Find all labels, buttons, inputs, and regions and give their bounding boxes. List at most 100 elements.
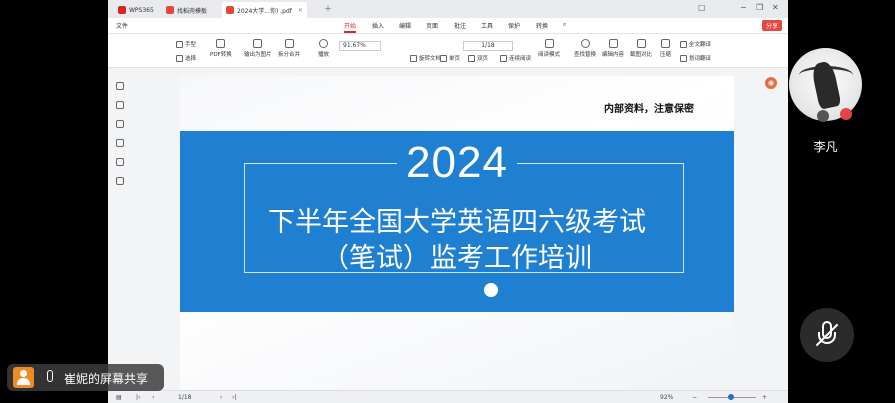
compress-label: 压缩: [660, 52, 672, 58]
read-mode-label: 阅读模式: [538, 52, 561, 58]
signature-icon[interactable]: [116, 158, 124, 166]
split-merge-button[interactable]: 拆分合并: [278, 39, 300, 58]
single-page-button[interactable]: 单页: [440, 54, 460, 62]
hand-label: 手型: [185, 42, 197, 48]
select-label: 选择: [185, 56, 197, 62]
close-window-icon[interactable]: ✕: [772, 3, 779, 12]
find-replace-button[interactable]: 查找替换: [574, 39, 596, 58]
pdf-convert-label: PDF转换: [210, 52, 232, 58]
pdf-convert-button[interactable]: PDF转换: [210, 39, 232, 58]
comment-icon[interactable]: [116, 120, 124, 128]
tab-label: WPS365: [129, 6, 154, 14]
export-image-button[interactable]: 输出为图片: [244, 39, 272, 58]
edit-content-button[interactable]: 编辑内容: [602, 39, 624, 58]
tab-wps365[interactable]: WPS365: [114, 2, 158, 18]
sidebar-toggle-icon[interactable]: ▤: [116, 394, 122, 401]
menu-bar: 文件 开始 插入 编辑 页面 批注 工具 保护 转换 ⌕ 分享: [108, 18, 788, 34]
close-tab-icon[interactable]: ✕: [298, 7, 303, 14]
play-button[interactable]: 播放: [318, 39, 329, 58]
tab-label: 找稻壳模板: [177, 7, 208, 15]
wps-window: WPS365 找稻壳模板 2024大学...你) .pdf ✕ ＋ ▢ − ❐ …: [108, 0, 788, 403]
screenshot-compare-button[interactable]: 截图对比: [630, 39, 652, 58]
translate-icon: [680, 40, 687, 48]
rotate-icon: [410, 54, 417, 62]
bookmark-icon[interactable]: [116, 82, 124, 90]
participant-name: 李凡: [813, 140, 838, 154]
double-page-button[interactable]: 双页: [468, 54, 488, 62]
compress-icon: [661, 39, 670, 48]
word-translate-button[interactable]: 划词翻译: [680, 54, 711, 62]
attachment-icon[interactable]: [116, 139, 124, 147]
thumbnail-icon[interactable]: [116, 101, 124, 109]
status-page-number[interactable]: 1/18: [178, 394, 191, 401]
menu-protect[interactable]: 保护: [508, 21, 520, 30]
ribbon-toolbar: 手型 选择 PDF转换 输出为图片 拆分合并 播放 旋转文档 单页 双页 连续阅…: [108, 34, 788, 68]
next-page-icon[interactable]: ›: [220, 394, 222, 401]
menu-comment[interactable]: 批注: [454, 21, 466, 30]
layers-icon[interactable]: [116, 177, 124, 185]
tab-template[interactable]: 找稻壳模板: [162, 2, 211, 18]
tab-pdf-document[interactable]: 2024大学...你) .pdf ✕: [222, 2, 307, 18]
decorative-dot: [484, 283, 498, 297]
double-page-label: 双页: [477, 56, 489, 62]
microphone-muted-icon: [47, 370, 53, 382]
menu-convert[interactable]: 转换: [536, 21, 548, 30]
wps-logo-icon: [118, 6, 126, 14]
full-translate-button[interactable]: 全文翻译: [680, 40, 711, 48]
play-icon: [319, 39, 328, 48]
prev-page-icon[interactable]: ‹: [152, 394, 154, 401]
search-icon[interactable]: ⌕: [563, 21, 566, 29]
menu-tools[interactable]: 工具: [481, 21, 493, 30]
floating-assistant-icon[interactable]: ◉: [765, 77, 777, 89]
monitor-icon[interactable]: ▢: [698, 3, 706, 12]
word-translate-label: 划词翻译: [689, 56, 712, 62]
full-translate-label: 全文翻译: [689, 42, 712, 48]
select-tool-button[interactable]: 选择: [176, 54, 196, 62]
title-band: 2024 下半年全国大学英语四六级考试 （笔试）监考工作培训: [180, 131, 734, 312]
last-page-icon[interactable]: ›|: [232, 394, 236, 401]
page-number-input[interactable]: 1/18: [463, 41, 513, 51]
zoom-select[interactable]: 91.67%: [339, 41, 381, 51]
screen-share-label: 崔妮的屏幕共享: [64, 372, 149, 386]
menu-file[interactable]: 文件: [116, 21, 128, 30]
play-label: 播放: [318, 52, 330, 58]
tab-label: 2024大学...你) .pdf: [237, 7, 292, 15]
edit-icon: [608, 39, 618, 48]
status-bar: ▤ |‹ ‹ 1/18 › ›| 92% − +: [108, 390, 788, 403]
word-translate-icon: [680, 54, 687, 62]
user-body-shape: [17, 378, 30, 385]
rotate-button[interactable]: 旋转文档: [410, 54, 441, 62]
rotate-label: 旋转文档: [419, 56, 442, 62]
first-page-icon[interactable]: |‹: [136, 394, 140, 401]
find-replace-label: 查找替换: [574, 52, 597, 58]
status-zoom: 92%: [660, 394, 674, 401]
split-merge-label: 拆分合并: [278, 52, 301, 58]
slide-title-line2: （笔试）监考工作培训: [322, 243, 592, 274]
convert-icon: [216, 39, 226, 48]
user-head-shape: [20, 370, 27, 377]
magnifier-icon: [580, 39, 590, 48]
export-image-label: 输出为图片: [244, 52, 272, 58]
single-page-label: 单页: [449, 56, 461, 62]
compress-button[interactable]: 压缩: [660, 39, 671, 58]
menu-edit[interactable]: 编辑: [399, 21, 411, 30]
read-mode-button[interactable]: 阅读模式: [538, 39, 560, 58]
menu-page[interactable]: 页面: [426, 21, 438, 30]
double-page-icon: [468, 54, 475, 62]
new-tab-icon[interactable]: ＋: [324, 3, 332, 14]
zoom-slider-handle[interactable]: [728, 394, 734, 400]
hand-tool-button[interactable]: 手型: [176, 40, 196, 48]
meeting-stage: WPS365 找稻壳模板 2024大学...你) .pdf ✕ ＋ ▢ − ❐ …: [0, 0, 895, 403]
menu-start[interactable]: 开始: [344, 21, 357, 33]
confidential-note: 内部资料，注意保密: [604, 104, 694, 115]
minimize-icon[interactable]: −: [740, 3, 747, 12]
cursor-icon: [176, 54, 183, 62]
share-button[interactable]: 分享: [761, 20, 782, 31]
zoom-in-icon[interactable]: +: [762, 394, 767, 401]
mute-microphone-button[interactable]: [800, 308, 854, 362]
zoom-out-icon[interactable]: −: [692, 394, 697, 401]
menu-insert[interactable]: 插入: [372, 21, 384, 30]
maximize-icon[interactable]: ❐: [756, 3, 763, 12]
book-icon: [544, 39, 554, 48]
continuous-read-button[interactable]: 连续阅读: [500, 54, 531, 62]
